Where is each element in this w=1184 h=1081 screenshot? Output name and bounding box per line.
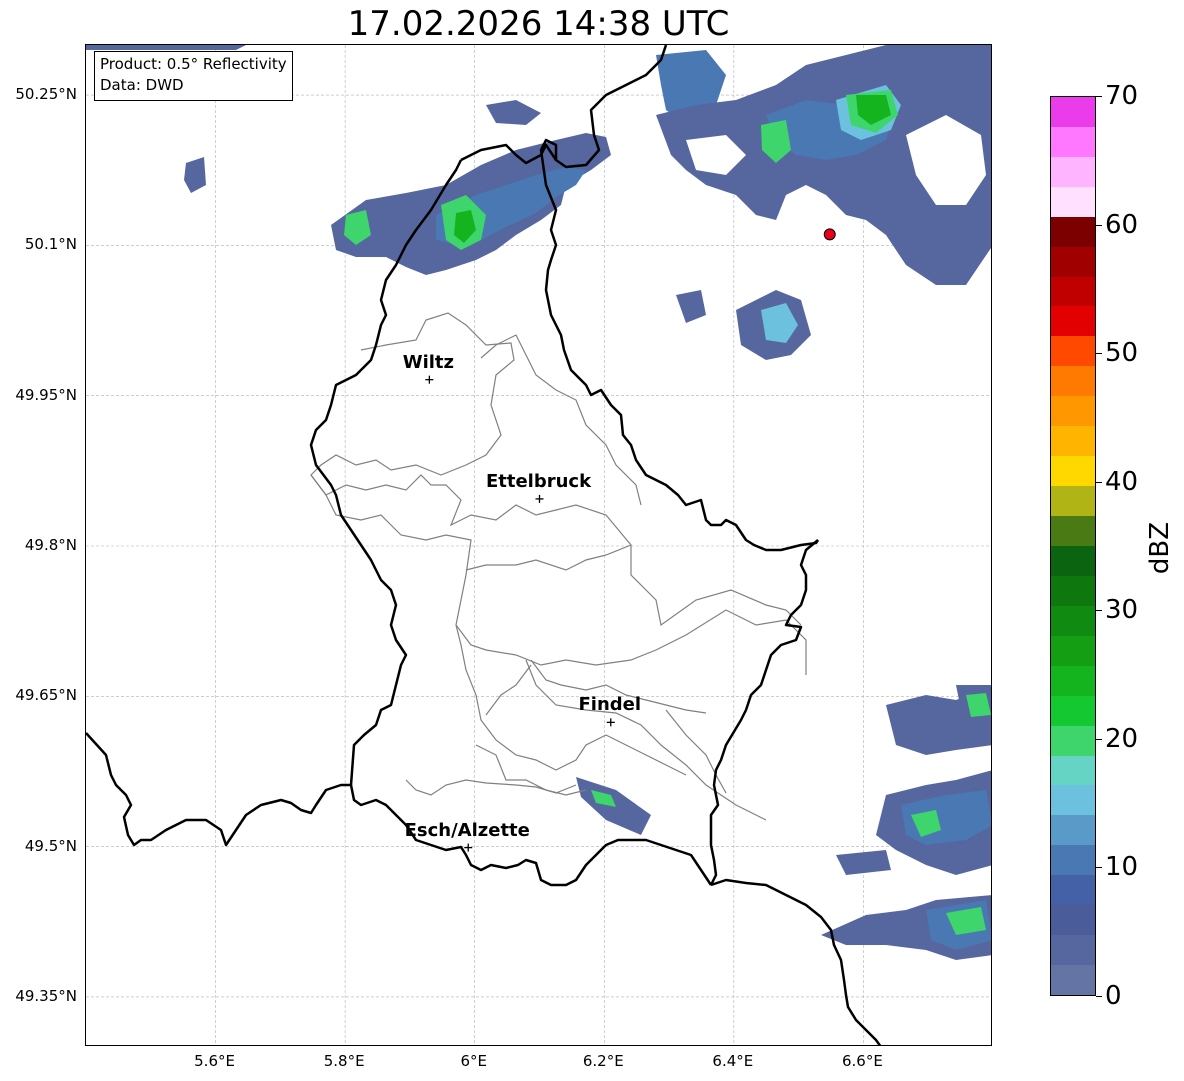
product-label: Product: 0.5° Reflectivity: [100, 55, 287, 73]
city-label: Wiltz: [402, 351, 454, 373]
lat-tick-label: 50.25°N: [15, 85, 77, 104]
colorbar-segment: [1051, 486, 1095, 516]
city-label: Esch/Alzette: [404, 819, 530, 841]
colorbar-tick-label: 20: [1105, 723, 1139, 754]
lon-tick-label: 6.2°E: [582, 1052, 624, 1070]
city-marker: [425, 375, 434, 384]
precip-cell: [86, 45, 246, 50]
colorbar-tick-label: 40: [1105, 466, 1139, 497]
lon-tick-label: 6°E: [460, 1052, 487, 1070]
colorbar-segment: [1051, 755, 1095, 786]
colorbar-tick: [1096, 610, 1102, 612]
colorbar-tick: [1096, 867, 1102, 869]
colorbar-tick: [1096, 224, 1102, 226]
colorbar-segment: [1051, 905, 1095, 936]
colorbar-tick-label: 60: [1105, 209, 1139, 240]
info-box: Product: 0.5° Reflectivity Data: DWD: [94, 51, 293, 101]
lat-tick-label: 49.5°N: [24, 836, 77, 855]
colorbar-tick: [1096, 738, 1102, 740]
radar-map-svg: [86, 45, 991, 1045]
colorbar-tick: [1096, 353, 1102, 355]
colorbar-segment: [1051, 605, 1095, 636]
colorbar-tick: [1096, 481, 1102, 483]
colorbar-segment: [1051, 965, 1095, 995]
colorbar-segment: [1051, 665, 1095, 696]
colorbar-segment: [1051, 426, 1095, 457]
city-marker: [464, 843, 473, 852]
precip-cell: [836, 850, 891, 875]
colorbar-segment: [1051, 336, 1095, 367]
city-label: Findel: [578, 694, 642, 716]
colorbar-segment: [1051, 725, 1095, 756]
colorbar-segment: [1051, 156, 1095, 187]
lat-tick-label: 49.35°N: [15, 986, 77, 1005]
colorbar-segment: [1051, 216, 1095, 247]
colorbar-segment: [1051, 935, 1095, 966]
colorbar-segment: [1051, 456, 1095, 487]
colorbar-tick-label: 0: [1105, 981, 1122, 1011]
colorbar-tick-label: 70: [1105, 81, 1139, 111]
lat-tick-label: 50.1°N: [24, 235, 77, 254]
map-area[interactable]: [85, 44, 992, 1046]
lat-tick-label: 49.65°N: [15, 686, 77, 705]
radar-site-marker: [823, 228, 836, 241]
colorbar-segment: [1051, 186, 1095, 217]
colorbar-segment: [1051, 516, 1095, 546]
colorbar-tick: [1096, 96, 1102, 97]
colorbar-label: dBZ: [1145, 521, 1175, 575]
colorbar: [1050, 96, 1096, 996]
city-marker: [535, 494, 544, 503]
city-label: Ettelbruck: [485, 470, 592, 492]
lon-tick-label: 6.4°E: [712, 1052, 754, 1070]
lon-tick-label: 6.6°E: [842, 1052, 883, 1070]
colorbar-segment: [1051, 815, 1095, 846]
colorbar-tick-label: 30: [1105, 595, 1139, 626]
lat-tick-label: 49.8°N: [24, 536, 77, 554]
precip-cell: [184, 157, 206, 193]
precip-cell: [676, 290, 706, 323]
colorbar-segment: [1051, 276, 1095, 307]
colorbar-segment: [1051, 306, 1095, 337]
colorbar-segment: [1051, 575, 1095, 606]
colorbar-segment: [1051, 785, 1095, 816]
colorbar-segment: [1051, 96, 1095, 127]
canton-boundaries: [310, 312, 807, 821]
city-marker: [606, 718, 615, 727]
precip-cell: [486, 100, 541, 125]
colorbar-segment: [1051, 246, 1095, 277]
lon-tick-label: 5.6°E: [194, 1052, 235, 1070]
colorbar-tick: [1096, 996, 1102, 997]
colorbar-segment: [1051, 695, 1095, 726]
colorbar-segment: [1051, 635, 1095, 666]
colorbar-segment: [1051, 366, 1095, 397]
data-source-label: Data: DWD: [100, 76, 184, 94]
colorbar-segment: [1051, 396, 1095, 427]
colorbar-tick-label: 10: [1105, 852, 1139, 883]
colorbar-segment: [1051, 545, 1095, 576]
colorbar-tick-label: 50: [1105, 338, 1139, 369]
lon-tick-label: 5.8°E: [323, 1052, 365, 1070]
map-title: 17.02.2026 14:38 UTC: [347, 4, 730, 44]
colorbar-segment: [1051, 126, 1095, 157]
lat-tick-label: 49.95°N: [15, 385, 77, 404]
colorbar-segment: [1051, 845, 1095, 876]
colorbar-segment: [1051, 875, 1095, 906]
